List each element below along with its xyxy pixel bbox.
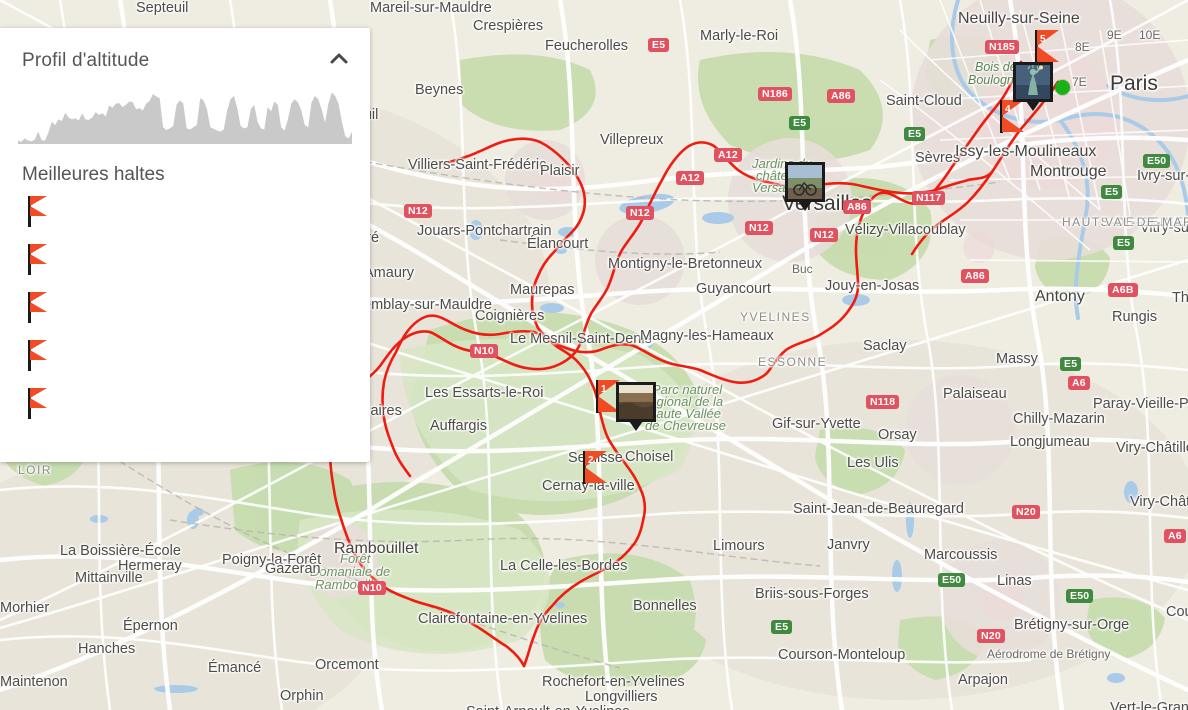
road-shield: A12 bbox=[714, 148, 742, 162]
panel-header: Profil d'altitude bbox=[0, 28, 370, 72]
flag-number: 4 bbox=[1005, 103, 1011, 115]
flag-marker-icon bbox=[28, 292, 58, 324]
road-shield: N117 bbox=[912, 191, 946, 205]
stop-category bbox=[62, 241, 370, 244]
best-stops-list[interactable] bbox=[0, 192, 370, 432]
road-shield: N12 bbox=[745, 221, 773, 235]
flag-number: 2 bbox=[588, 454, 594, 466]
road-shield: N12 bbox=[810, 228, 838, 242]
elevation-profile-chart bbox=[18, 84, 352, 144]
route-info-panel: Profil d'altitude Meilleures haltes bbox=[0, 28, 370, 462]
flag-marker-icon bbox=[28, 340, 58, 372]
stop-category bbox=[62, 193, 370, 196]
road-shield: E50 bbox=[1066, 589, 1094, 603]
best-stops-title: Meilleures haltes bbox=[22, 164, 165, 185]
road-shield: N10 bbox=[358, 581, 386, 595]
versailles-gardens-photo[interactable] bbox=[785, 162, 825, 211]
stop-item[interactable] bbox=[0, 192, 370, 240]
road-shield: A86 bbox=[961, 269, 989, 283]
road-shield: N12 bbox=[404, 204, 432, 218]
flag-marker-icon bbox=[28, 388, 58, 420]
road-shield: N185 bbox=[985, 40, 1019, 54]
road-shield: E5 bbox=[1060, 357, 1082, 371]
road-shield: N20 bbox=[1012, 505, 1040, 519]
road-shield: N186 bbox=[758, 87, 792, 101]
route-start-dot[interactable] bbox=[1055, 80, 1070, 95]
flag-marker-icon bbox=[28, 196, 58, 228]
photo-thumbnail bbox=[1016, 65, 1050, 99]
map-flag-marker[interactable]: 5 bbox=[1035, 30, 1069, 64]
stop-item[interactable] bbox=[0, 384, 370, 432]
road-shield: N12 bbox=[626, 206, 654, 220]
road-shield: E5 bbox=[1113, 236, 1135, 250]
road-shield: A6 bbox=[1068, 376, 1090, 390]
road-shield: N20 bbox=[977, 629, 1005, 643]
stop-item[interactable] bbox=[0, 336, 370, 384]
stop-item[interactable] bbox=[0, 240, 370, 288]
road-shield: E50 bbox=[1143, 154, 1171, 168]
road-shield: A12 bbox=[676, 171, 704, 185]
road-shield: A6B bbox=[1108, 283, 1138, 297]
chevreuse-valley-photo[interactable] bbox=[616, 382, 656, 431]
road-shield: E5 bbox=[648, 38, 670, 52]
stop-category bbox=[62, 385, 370, 388]
photo-pointer bbox=[629, 421, 643, 431]
road-shield: A6 bbox=[1164, 529, 1186, 543]
elevation-profile-title: Profil d'altitude bbox=[22, 50, 150, 71]
photo-thumbnail bbox=[619, 385, 653, 419]
statue-of-liberty-photo[interactable] bbox=[1013, 62, 1053, 111]
road-shield: E5 bbox=[771, 620, 793, 634]
stop-item[interactable] bbox=[0, 288, 370, 336]
road-shield: N10 bbox=[470, 344, 498, 358]
map-flag-marker[interactable]: 2 bbox=[583, 451, 617, 485]
stop-category bbox=[62, 289, 370, 292]
road-shield: A86 bbox=[827, 89, 855, 103]
road-shield: N118 bbox=[866, 395, 900, 409]
elevation-area-chart bbox=[18, 92, 352, 144]
flag-number: 5 bbox=[1040, 33, 1046, 45]
flag-number: 1 bbox=[601, 383, 607, 395]
road-shield: E5 bbox=[1101, 185, 1123, 199]
photo-thumbnail bbox=[788, 165, 822, 199]
chevron-up-icon[interactable] bbox=[326, 46, 352, 72]
stop-category bbox=[62, 337, 370, 340]
road-shield: A86 bbox=[843, 200, 871, 214]
photo-pointer bbox=[1026, 101, 1040, 111]
road-shield: E50 bbox=[938, 573, 966, 587]
photo-pointer bbox=[798, 201, 812, 211]
road-shield: E5 bbox=[789, 116, 811, 130]
flag-marker-icon bbox=[28, 244, 58, 276]
road-shield: E5 bbox=[904, 127, 926, 141]
